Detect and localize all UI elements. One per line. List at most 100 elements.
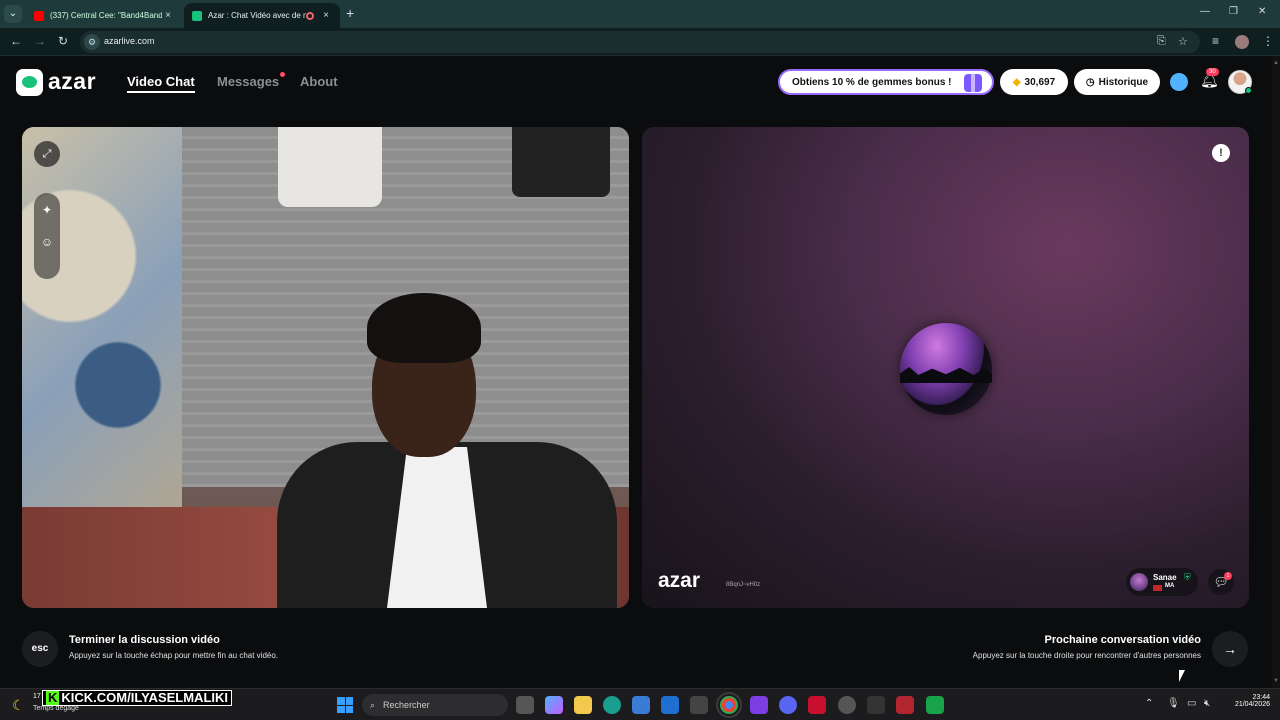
report-shield-icon[interactable]: ! xyxy=(1212,144,1230,162)
profile-avatar-icon[interactable] xyxy=(1235,35,1249,49)
history-button[interactable]: ◷ Historique xyxy=(1074,69,1160,95)
windows-start-icon[interactable] xyxy=(337,697,353,713)
kick-overlay-text: KICK.COM/ILYASELMALIKI xyxy=(61,690,228,705)
azar-logo-text[interactable]: azar xyxy=(48,68,96,95)
search-icon: ⌕ xyxy=(370,699,376,710)
task-view-icon[interactable] xyxy=(516,696,534,714)
moon-weather-icon[interactable]: ☾ xyxy=(12,697,25,714)
chat-badge: 1 xyxy=(1224,572,1232,580)
bookmark-star-icon[interactable]: ☆ xyxy=(1178,35,1188,48)
gift-icon xyxy=(964,74,982,92)
person-hair xyxy=(367,293,481,363)
browser-tab-youtube[interactable]: (337) Central Cee: "Band4Band" × xyxy=(26,3,182,28)
kick-logo-icon: K xyxy=(46,690,60,705)
live-chat-icon[interactable] xyxy=(1170,73,1188,91)
back-icon[interactable]: ← xyxy=(10,34,22,48)
partner-profile-image xyxy=(900,323,992,415)
app-icon-3[interactable] xyxy=(896,696,914,714)
volume-muted-icon[interactable]: 🔇︎ xyxy=(1204,698,1210,709)
gem-bonus-promo-button[interactable]: Obtiens 10 % de gemmes bonus ! xyxy=(778,69,994,95)
watermark-id: 8BqnJ~vH0z xyxy=(726,582,761,588)
url-field[interactable]: ⚙ azarlive.com ⎘ ☆ xyxy=(80,31,1200,53)
partner-video-panel: ! azar 8BqnJ~vH0z Sanae ⛨ MA 💬︎ 1 xyxy=(642,127,1249,608)
copilot-icon[interactable] xyxy=(545,696,563,714)
tab-search-button[interactable]: ⌄ xyxy=(4,5,22,23)
microphone-icon[interactable]: 🎙︎ xyxy=(1167,698,1180,709)
network-icon[interactable]: ▭ xyxy=(1187,698,1196,709)
search-placeholder: Rechercher xyxy=(383,700,430,710)
gem-icon: ◆ xyxy=(1012,76,1021,88)
restore-icon[interactable]: ❐ xyxy=(1229,6,1238,17)
chrome-icon[interactable] xyxy=(716,692,742,718)
nav-about[interactable]: About xyxy=(300,74,338,89)
next-chat-title: Prochaine conversation vidéo xyxy=(1044,634,1202,646)
gems-count: 30,697 xyxy=(1024,76,1056,88)
scroll-up-arrow-icon[interactable]: ▲ xyxy=(1273,60,1279,66)
taskbar-search[interactable]: ⌕ Rechercher xyxy=(362,694,508,716)
site-info-icon[interactable]: ⚙ xyxy=(84,34,100,50)
mouse-cursor xyxy=(1179,670,1185,682)
media-control-icon[interactable]: ≡ xyxy=(1212,34,1219,48)
store-icon[interactable] xyxy=(632,696,650,714)
nav-video-chat[interactable]: Video Chat xyxy=(127,74,195,93)
taskbar-clock[interactable]: 23:44 21/04/2026 xyxy=(1224,694,1270,708)
address-bar: ← → ↻ ⚙ azarlive.com ⎘ ☆ ≡ ⋮ xyxy=(0,28,1280,56)
online-status-dot xyxy=(1245,87,1252,94)
edge-icon[interactable] xyxy=(603,696,621,714)
site-header: azar Video Chat Messages About Obtiens 1… xyxy=(0,56,1280,108)
magic-wand-icon[interactable]: ✦ xyxy=(34,197,60,223)
app-icon[interactable] xyxy=(690,696,708,714)
azar-logo-icon[interactable] xyxy=(16,69,43,96)
clock-icon: ◷ xyxy=(1085,76,1095,88)
clock-time: 23:44 xyxy=(1252,694,1270,701)
expand-icon[interactable]: ⤢ xyxy=(34,141,60,167)
promo-label: Obtiens 10 % de gemmes bonus ! xyxy=(792,76,952,88)
minimize-icon[interactable]: — xyxy=(1200,6,1210,17)
app-icon-4[interactable] xyxy=(926,696,944,714)
tray-chevron-icon[interactable]: ⌃ xyxy=(1145,698,1153,709)
game-controller-icon[interactable] xyxy=(750,696,768,714)
history-label: Historique xyxy=(1098,76,1149,88)
end-chat-button[interactable]: esc xyxy=(22,631,58,667)
close-icon[interactable]: × xyxy=(162,10,174,21)
outlook-icon[interactable] xyxy=(661,696,679,714)
kick-overlay: K KICK.COM/ILYASELMALIKI xyxy=(42,690,232,706)
page-scrollbar[interactable] xyxy=(1272,56,1280,688)
face-filter-icon[interactable]: ☺ xyxy=(34,229,60,255)
install-app-icon[interactable]: ⎘ xyxy=(1157,35,1166,48)
unread-dot xyxy=(280,72,286,77)
youtube-icon xyxy=(34,10,44,21)
reload-icon[interactable]: ↻ xyxy=(58,34,68,48)
nav-messages-label: Messages xyxy=(217,74,280,89)
discord-icon[interactable] xyxy=(779,696,797,714)
next-chat-subtitle: Appuyez sur la touche droite pour rencon… xyxy=(972,651,1201,660)
clock-date: 21/04/2026 xyxy=(1234,701,1270,708)
morocco-flag-icon xyxy=(1153,585,1162,591)
end-chat-title: Terminer la discussion vidéo xyxy=(69,634,220,646)
gems-balance-button[interactable]: ◆ 30,697 xyxy=(1000,69,1068,95)
camera-tools: ✦ ☺ xyxy=(34,193,60,279)
nav-messages[interactable]: Messages xyxy=(217,72,286,89)
notification-badge: 30 xyxy=(1206,68,1219,76)
verified-shield-icon: ⛨ xyxy=(1184,572,1191,582)
end-chat-subtitle: Appuyez sur la touche échap pour mettre … xyxy=(69,651,279,660)
next-chat-button[interactable]: → xyxy=(1212,631,1248,667)
obs-icon[interactable] xyxy=(838,696,856,714)
browser-tab-bar: ⌄ (337) Central Cee: "Band4Band" × Azar … xyxy=(0,0,1280,28)
close-icon[interactable]: × xyxy=(320,10,332,21)
url-text: azarlive.com xyxy=(104,36,155,46)
forward-icon[interactable]: → xyxy=(34,34,46,48)
weather-desc: Temps dégagé xyxy=(33,705,79,712)
partner-info-chip[interactable]: Sanae ⛨ MA xyxy=(1126,568,1198,596)
adobe-icon[interactable] xyxy=(808,696,826,714)
hanging-shirt-white xyxy=(278,127,382,207)
menu-kebab-icon[interactable]: ⋮ xyxy=(1262,34,1274,48)
new-tab-button[interactable]: + xyxy=(346,5,354,21)
file-explorer-icon[interactable] xyxy=(574,696,592,714)
close-window-icon[interactable]: ✕ xyxy=(1258,6,1266,17)
scroll-down-arrow-icon[interactable]: ▼ xyxy=(1273,678,1279,684)
browser-tab-azar[interactable]: Azar : Chat Vidéo avec de nouvelles pers… xyxy=(184,3,340,28)
background-chair xyxy=(22,127,182,557)
app-icon-2[interactable] xyxy=(867,696,885,714)
partner-country: MA xyxy=(1165,583,1175,589)
